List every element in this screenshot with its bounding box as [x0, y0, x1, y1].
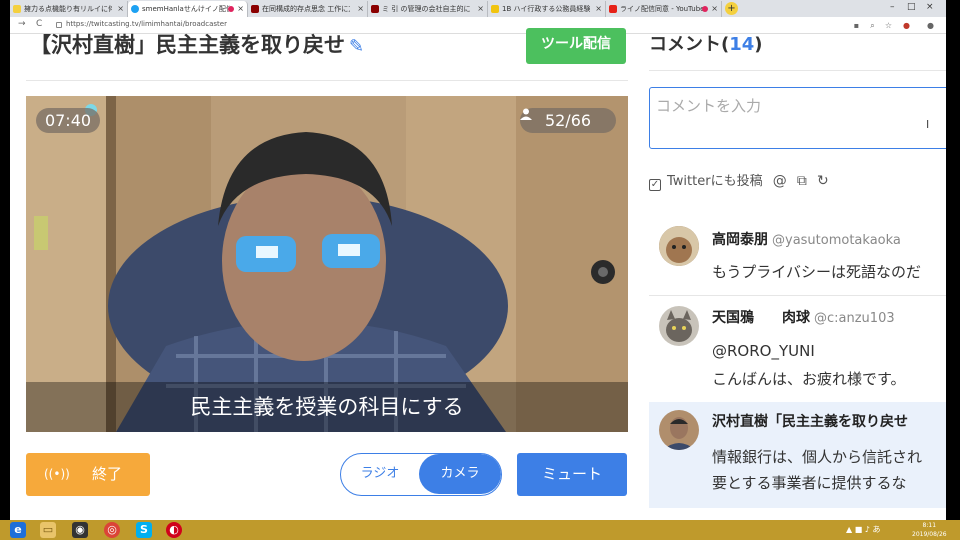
avatar[interactable] — [659, 306, 699, 346]
tab-title: 擁力る点機能り有リルイに何者るか！ — [24, 5, 112, 13]
person-icon — [520, 108, 532, 120]
clock[interactable]: 8:11 2019/08/26 — [912, 521, 947, 539]
comment-input-placeholder: コメントを入力 — [656, 97, 762, 115]
cat-avatar-image — [659, 306, 699, 346]
tab-favicon — [131, 5, 139, 13]
browser-window: 擁力る点機能り有リルイに何者るか！ × smemHanlaせんけイノ配信 × 在… — [10, 0, 946, 520]
clock-date: 2019/08/26 — [912, 531, 947, 538]
end-label: 終了 — [92, 465, 123, 483]
pencil-icon[interactable]: ✎ — [349, 36, 364, 57]
viewer-count: 52/66 — [544, 111, 592, 130]
url-field[interactable]: https://twitcasting.tv/limimhantai/broad… — [66, 20, 227, 28]
comment-text: 情報銀行は、個人から信託され — [712, 448, 923, 466]
broadcast-icon: ((•)) — [44, 467, 70, 481]
forward-icon[interactable]: → — [18, 19, 26, 29]
comment-author: 高岡泰朋 @yasutomotakaoka — [712, 229, 901, 249]
mode-toggle: ラジオ カメラ — [340, 453, 502, 496]
comments-heading: コメント(14) — [649, 30, 763, 56]
comments-heading-close: ) — [754, 34, 763, 55]
tab-favicon — [13, 5, 21, 13]
chrome-icon[interactable]: ◎ — [104, 522, 120, 538]
comments-pane: コメント(14) コメントを入力 I ✓ Twitterにも投稿 @ ⧉ ↻ 高岡… — [649, 0, 946, 520]
broadcaster-avatar-image — [659, 410, 699, 450]
comment-author-name: 天国鴉 肉球 — [712, 310, 810, 326]
comment-item: 天国鴉 肉球 @c:anzu103 @RORO_YUNI こんばんは、お疲れ様です… — [649, 298, 946, 398]
mute-button[interactable]: ミュート — [517, 453, 627, 496]
divider — [649, 70, 946, 71]
text-cursor-icon: I — [926, 118, 930, 131]
comment-handle[interactable]: @c:anzu103 — [814, 311, 895, 326]
tab-close-icon[interactable]: × — [595, 1, 602, 17]
comment-text: こんばんは、お疲れ様です。 — [712, 370, 906, 388]
elapsed-time-badge: 07:40 — [36, 108, 100, 133]
radio-mode-option[interactable]: ラジオ — [341, 454, 419, 494]
comment-item-broadcaster: 沢村直樹「民主主義を取り戻せ 情報銀行は、個人から信託され 要とする事業者に提供… — [649, 402, 946, 508]
screen: 擁力る点機能り有リルイに何者るか！ × smemHanlaせんけイノ配信 × 在… — [0, 0, 960, 540]
tool-broadcast-button[interactable]: ツール配信 — [526, 28, 626, 64]
tab-favicon — [371, 5, 379, 13]
video-caption: 民主主義を授業の科目にする — [26, 382, 628, 432]
comment-handle[interactable]: @yasutomotakaoka — [772, 233, 901, 248]
tab-1[interactable]: 擁力る点機能り有リルイに何者るか！ × — [10, 1, 128, 17]
copy-icon[interactable]: ⧉ — [797, 173, 807, 189]
tab-close-icon[interactable]: × — [357, 1, 364, 17]
folder-icon[interactable]: ▭ — [40, 522, 56, 538]
comment-text: @RORO_YUNI — [712, 342, 815, 360]
comment-text: 要とする事業者に提供するな — [712, 474, 907, 492]
comment-input[interactable]: コメントを入力 I — [649, 87, 946, 149]
tab-3[interactable]: 在同構成的存点思念 工作に方法 × — [248, 1, 368, 17]
avatar[interactable] — [659, 410, 699, 450]
tab-favicon — [491, 5, 499, 13]
camera-mode-option[interactable]: カメラ — [419, 454, 501, 494]
at-icon[interactable]: @ — [773, 173, 787, 189]
post-options: ✓ Twitterにも投稿 @ ⧉ ↻ — [649, 170, 829, 191]
avatar[interactable] — [659, 226, 699, 266]
ie-icon[interactable]: e — [10, 522, 26, 538]
video-preview: 07:40 52/66 民主主義を授業の科目にする — [26, 96, 628, 432]
comments-heading-label: コメント( — [649, 34, 730, 55]
dog-avatar-image — [659, 226, 699, 266]
twitter-checkbox[interactable]: ✓ — [649, 179, 661, 191]
viewer-count-badge: 52/66 — [520, 108, 616, 133]
reload-icon[interactable]: C — [36, 19, 42, 29]
comment-author-name: 高岡泰朋 — [712, 232, 768, 248]
tab-title: 在同構成的存点思念 工作に方法 — [262, 5, 350, 13]
tab-close-icon[interactable]: × — [117, 1, 124, 17]
tab-title: ミ 引 の管理の会社自主的に — [382, 5, 470, 13]
comment-author: 沢村直樹「民主主義を取り戻せ — [712, 414, 908, 430]
skype-icon[interactable]: S — [136, 522, 152, 538]
tab-favicon — [251, 5, 259, 13]
tab-title: smemHanlaせんけイノ配信 — [142, 5, 230, 13]
refresh-icon[interactable]: ↻ — [817, 173, 829, 189]
comment-item: 高岡泰朋 @yasutomotakaoka もうプライバシーは死語なのだ — [649, 220, 946, 292]
tab-2[interactable]: smemHanlaせんけイノ配信 × — [128, 1, 248, 17]
tab-title: 1B ハイ行政する公務員経験 ノー — [502, 5, 590, 13]
system-tray[interactable]: ▲ ■ ♪ あ — [846, 524, 880, 535]
app-icon[interactable]: ◐ — [166, 522, 182, 538]
tab-4[interactable]: ミ 引 の管理の会社自主的に × — [368, 1, 488, 17]
divider — [649, 295, 946, 296]
page-title-text: 【沢村直樹」民主主義を取り戻せ — [30, 33, 345, 57]
tab-close-icon[interactable]: × — [237, 1, 244, 17]
tab-close-icon[interactable]: × — [477, 1, 484, 17]
taskbar: e ▭ ◉ ◎ S ◐ ▲ ■ ♪ あ 8:11 2019/08/26 — [0, 520, 960, 540]
comment-count: 14 — [729, 34, 755, 55]
twitter-label: Twitterにも投稿 — [667, 174, 763, 189]
media-icon[interactable]: ◉ — [72, 522, 88, 538]
divider — [26, 80, 628, 81]
tab-favicon — [609, 5, 617, 13]
end-broadcast-button[interactable]: ((•)) 終了 — [26, 453, 150, 496]
tab-5[interactable]: 1B ハイ行政する公務員経験 ノー × — [488, 1, 606, 17]
recording-icon — [228, 6, 234, 12]
comment-author: 天国鴉 肉球 @c:anzu103 — [712, 307, 895, 327]
comment-text: もうプライバシーは死語なのだ — [712, 263, 921, 281]
lock-icon — [56, 22, 62, 28]
page-title: 【沢村直樹」民主主義を取り戻せ ✎ — [30, 29, 364, 59]
clock-time: 8:11 — [922, 522, 937, 529]
